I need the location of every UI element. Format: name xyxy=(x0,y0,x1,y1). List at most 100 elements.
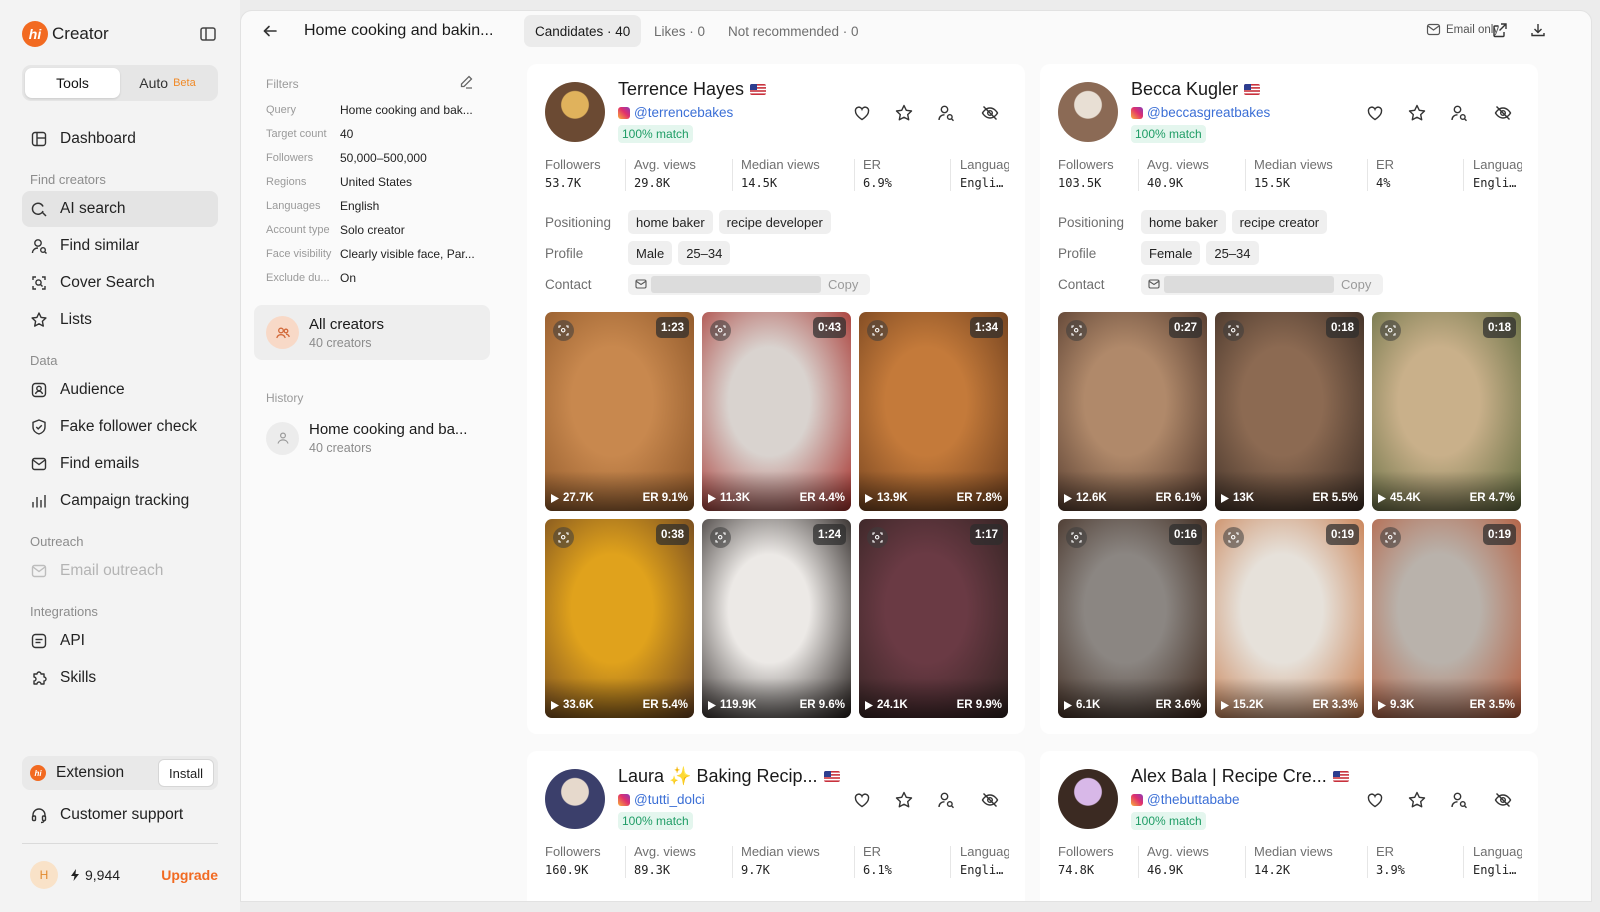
video-duration: 0:38 xyxy=(655,524,689,545)
nav-find-similar[interactable]: Find similar xyxy=(22,228,218,264)
stat-divider xyxy=(625,846,626,878)
creator-name[interactable]: Alex Bala | Recipe Cre... xyxy=(1131,766,1327,787)
video-thumbnail[interactable]: 0:19 15.2K ER 3.3% xyxy=(1215,519,1364,718)
auto-mode-button[interactable]: Auto Beta xyxy=(120,68,215,98)
cover-search-icon[interactable] xyxy=(710,320,731,341)
video-thumbnail[interactable]: 0:18 13K ER 5.5% xyxy=(1215,312,1364,511)
sidebar-toggle-icon[interactable] xyxy=(198,24,218,44)
mail-outreach-icon xyxy=(31,564,47,578)
creator-name[interactable]: Terrence Hayes xyxy=(618,79,744,100)
cover-search-icon[interactable] xyxy=(710,527,731,548)
tab-likes[interactable]: Likes · 0 xyxy=(643,15,716,47)
cover-search-icon[interactable] xyxy=(1223,320,1244,341)
open-external-icon[interactable] xyxy=(1491,21,1509,39)
video-thumbnail[interactable]: 0:27 12.6K ER 6.1% xyxy=(1058,312,1207,511)
tab-not-recommended[interactable]: Not recommended · 0 xyxy=(717,15,870,47)
nav-fake-follower-check[interactable]: Fake follower check xyxy=(22,409,218,445)
profile-chip: 25–34 xyxy=(678,241,731,265)
nav-campaign-tracking[interactable]: Campaign tracking xyxy=(22,483,218,519)
nav-cover-search[interactable]: Cover Search xyxy=(22,265,218,301)
star-icon[interactable] xyxy=(894,790,914,810)
nav-ai-search[interactable]: AI search xyxy=(22,191,218,227)
creator-avatar[interactable] xyxy=(1058,769,1118,829)
back-arrow-icon[interactable] xyxy=(261,22,279,40)
heart-icon[interactable] xyxy=(852,103,872,123)
history-item-title: Home cooking and ba... xyxy=(309,421,468,438)
video-duration: 1:34 xyxy=(969,317,1003,338)
nav-audience[interactable]: Audience xyxy=(22,372,218,408)
hide-eye-icon[interactable] xyxy=(1493,790,1513,810)
creator-avatar[interactable] xyxy=(1058,82,1118,142)
star-icon[interactable] xyxy=(894,103,914,123)
find-similar-icon[interactable] xyxy=(1449,790,1469,810)
user-avatar[interactable]: H xyxy=(30,861,58,889)
edit-pencil-icon[interactable] xyxy=(458,74,474,90)
video-shade xyxy=(1058,678,1207,718)
creator-handle-link[interactable]: @tutti_dolci xyxy=(618,792,705,807)
find-similar-icon[interactable] xyxy=(936,103,956,123)
all-creators-card[interactable]: All creators 40 creators xyxy=(254,305,490,360)
nav-api[interactable]: API xyxy=(22,623,218,659)
stat-value: Engli… xyxy=(960,863,1004,877)
cover-search-icon[interactable] xyxy=(1066,527,1087,548)
creator-handle-link[interactable]: @beccasgreatbakes xyxy=(1131,105,1270,120)
creator-name[interactable]: Laura ✨ Baking Recip... xyxy=(618,766,818,787)
cover-search-icon[interactable] xyxy=(867,527,888,548)
creator-avatar[interactable] xyxy=(545,769,605,829)
copy-email-button[interactable]: Copy xyxy=(828,277,858,292)
brand-logo[interactable]: hi xyxy=(22,21,48,47)
video-thumbnail[interactable]: 1:17 24.1K ER 9.9% xyxy=(859,519,1008,718)
creator-name[interactable]: Becca Kugler xyxy=(1131,79,1238,100)
video-thumbnail[interactable]: 0:18 45.4K ER 4.7% xyxy=(1372,312,1521,511)
cover-search-icon[interactable] xyxy=(553,527,574,548)
star-icon[interactable] xyxy=(1407,790,1427,810)
video-thumbnail[interactable]: 1:24 119.9K ER 9.6% xyxy=(702,519,851,718)
tools-mode-button[interactable]: Tools xyxy=(25,68,120,98)
nav-skills[interactable]: Skills xyxy=(22,660,218,696)
tab-candidates[interactable]: Candidates · 40 xyxy=(524,15,642,47)
video-views-value: 9.3K xyxy=(1390,699,1415,711)
video-thumbnail[interactable]: 1:23 27.7K ER 9.1% xyxy=(545,312,694,511)
nav-dashboard[interactable]: Dashboard xyxy=(22,121,218,157)
video-thumbnail[interactable]: 1:34 13.9K ER 7.8% xyxy=(859,312,1008,511)
nav-find-emails[interactable]: Find emails xyxy=(22,446,218,482)
history-item[interactable]: Home cooking and ba... 40 creators xyxy=(266,421,467,455)
video-shade xyxy=(702,678,851,718)
video-thumbnail[interactable]: 0:43 11.3K ER 4.4% xyxy=(702,312,851,511)
nav-lists[interactable]: Lists xyxy=(22,302,218,338)
play-icon xyxy=(1221,700,1229,710)
cover-search-icon[interactable] xyxy=(553,320,574,341)
creator-avatar[interactable] xyxy=(545,82,605,142)
cover-search-icon[interactable] xyxy=(1066,320,1087,341)
video-views-value: 119.9K xyxy=(720,699,757,711)
hide-eye-icon[interactable] xyxy=(980,790,1000,810)
find-similar-icon[interactable] xyxy=(1449,103,1469,123)
email-only-toggle[interactable]: Email only xyxy=(1426,22,1499,37)
filter-row: Face visibility Clearly visible face, Par… xyxy=(266,245,475,263)
cover-search-icon[interactable] xyxy=(1380,320,1401,341)
customer-support-link[interactable]: Customer support xyxy=(30,806,183,824)
video-thumbnail[interactable]: 0:38 33.6K ER 5.4% xyxy=(545,519,694,718)
star-icon[interactable] xyxy=(1407,103,1427,123)
heart-icon[interactable] xyxy=(852,790,872,810)
video-thumbnail[interactable]: 0:19 9.3K ER 3.5% xyxy=(1372,519,1521,718)
upgrade-button[interactable]: Upgrade xyxy=(161,867,218,883)
creator-handle-link[interactable]: @terrencebakes xyxy=(618,105,733,120)
nav-email-outreach[interactable]: Email outreach xyxy=(22,553,218,589)
video-thumbnail[interactable]: 0:16 6.1K ER 3.6% xyxy=(1058,519,1207,718)
hide-eye-icon[interactable] xyxy=(1493,103,1513,123)
cover-search-icon[interactable] xyxy=(1380,527,1401,548)
hide-eye-icon[interactable] xyxy=(980,103,1000,123)
creator-handle-link[interactable]: @thebuttababe xyxy=(1131,792,1240,807)
install-extension-button[interactable]: Install xyxy=(158,759,214,787)
creator-stats: Followers 103.5K Avg. views 40.9K Median v… xyxy=(1058,157,1522,193)
nav-find-similar-label: Find similar xyxy=(60,237,140,254)
copy-email-button[interactable]: Copy xyxy=(1341,277,1371,292)
cover-search-icon[interactable] xyxy=(1223,527,1244,548)
heart-icon[interactable] xyxy=(1365,790,1385,810)
video-er: ER 5.4% xyxy=(642,699,688,711)
cover-search-icon[interactable] xyxy=(867,320,888,341)
download-icon[interactable] xyxy=(1529,21,1547,39)
heart-icon[interactable] xyxy=(1365,103,1385,123)
find-similar-icon[interactable] xyxy=(936,790,956,810)
